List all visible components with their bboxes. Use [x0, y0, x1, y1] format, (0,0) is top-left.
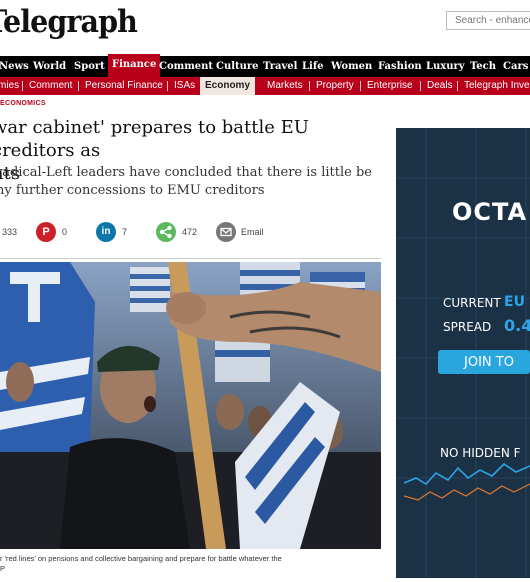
caption-line: P: [0, 564, 6, 573]
subnav-item-deals[interactable]: Deals: [427, 77, 453, 95]
nav-item-travel[interactable]: Travel: [263, 56, 297, 77]
pinterest-count: 0: [62, 227, 68, 237]
nav-item-fashion[interactable]: Fashion: [378, 56, 422, 77]
subnav-separator: [309, 81, 310, 91]
email-label: Email: [241, 227, 264, 237]
protest-photo-illustration: [0, 262, 381, 549]
nav-item-sport[interactable]: Sport: [74, 56, 105, 77]
subnav-item-enterprise[interactable]: Enterprise: [367, 77, 413, 95]
ad-tagline: NO HIDDEN F: [440, 446, 521, 460]
article-photo[interactable]: [0, 262, 381, 549]
subnav-item-comment[interactable]: Comment: [29, 77, 72, 95]
subnav-separator: [22, 81, 23, 91]
pinterest-icon: P: [36, 222, 56, 242]
ad-spread-value: 0.4: [504, 316, 530, 335]
advertisement-banner[interactable]: OCTA F CURRENT EU SPREAD 0.4 JOIN TO NO …: [396, 128, 530, 578]
share-button[interactable]: 472: [156, 222, 206, 242]
nav-item-world[interactable]: World: [33, 56, 66, 77]
subnav-separator: [360, 81, 361, 91]
subnav-item-personal-finance[interactable]: Personal Finance: [85, 77, 163, 95]
ad-join-button[interactable]: JOIN TO: [464, 355, 514, 370]
ad-background-pattern: [396, 128, 530, 578]
linkedin-icon: in: [96, 222, 116, 242]
nav-item-tech[interactable]: Tech: [470, 56, 496, 77]
subnav-separator: [167, 81, 168, 91]
facebook-share[interactable]: 333: [0, 222, 30, 242]
nav-item-culture[interactable]: Culture: [216, 56, 259, 77]
subnav-item-economies[interactable]: mies: [0, 77, 19, 95]
subnav-separator: [420, 81, 421, 91]
ad-spread-label: SPREAD: [443, 320, 492, 334]
headline-line: war cabinet' prepares to battle EU credi…: [0, 117, 309, 161]
facebook-count: 333: [2, 227, 18, 237]
nav-item-life[interactable]: Life: [302, 56, 324, 77]
section-kicker[interactable]: ECONOMICS: [0, 100, 46, 107]
ad-current-value: EU: [504, 294, 525, 310]
subnav-item-isas[interactable]: ISAs: [174, 77, 195, 95]
ad-brand: OCTA F: [452, 198, 530, 226]
nav-item-cars[interactable]: Cars: [503, 56, 528, 77]
subnav-item-economy[interactable]: Economy: [200, 77, 256, 95]
subnav-separator: [78, 81, 79, 91]
subnav-item-telegraph-investor[interactable]: Telegraph Investor: [464, 77, 530, 95]
nav-item-news[interactable]: News: [0, 56, 29, 77]
nav-item-finance[interactable]: Finance: [108, 54, 161, 77]
subnav-item-markets[interactable]: Markets: [267, 77, 303, 95]
telegraph-logo[interactable]: Telegraph: [0, 4, 138, 40]
caption-line: r 'red lines' on pensions and collective…: [0, 554, 282, 563]
photo-caption: r 'red lines' on pensions and collective…: [0, 554, 390, 574]
search-input[interactable]: Search - enhanced by Google: [446, 11, 530, 30]
subnav-item-property[interactable]: Property: [316, 77, 354, 95]
linkedin-count: 7: [122, 227, 128, 237]
primary-nav: News World Sport Finance Comment Culture…: [0, 54, 530, 77]
pinterest-share[interactable]: P 0: [36, 222, 76, 242]
article-standfirst: radical-Left leaders have concluded that…: [0, 164, 376, 200]
subnav-separator: [457, 81, 458, 91]
nav-item-luxury[interactable]: Luxury: [426, 56, 465, 77]
linkedin-share[interactable]: in 7: [96, 222, 136, 242]
divider: [0, 258, 381, 259]
nav-item-women[interactable]: Women: [331, 56, 372, 77]
standfirst-line: ny further concessions to EMU creditors: [0, 183, 265, 198]
share-icon: [156, 222, 176, 242]
share-count: 472: [182, 227, 198, 237]
nav-item-comment[interactable]: Comment: [159, 56, 213, 77]
email-share[interactable]: Email: [216, 222, 276, 242]
ad-current-label: CURRENT: [443, 296, 501, 310]
secondary-nav: mies Comment Personal Finance ISAs Econo…: [0, 77, 530, 95]
standfirst-line: radical-Left leaders have concluded that…: [0, 165, 372, 180]
envelope-icon: [216, 222, 236, 242]
